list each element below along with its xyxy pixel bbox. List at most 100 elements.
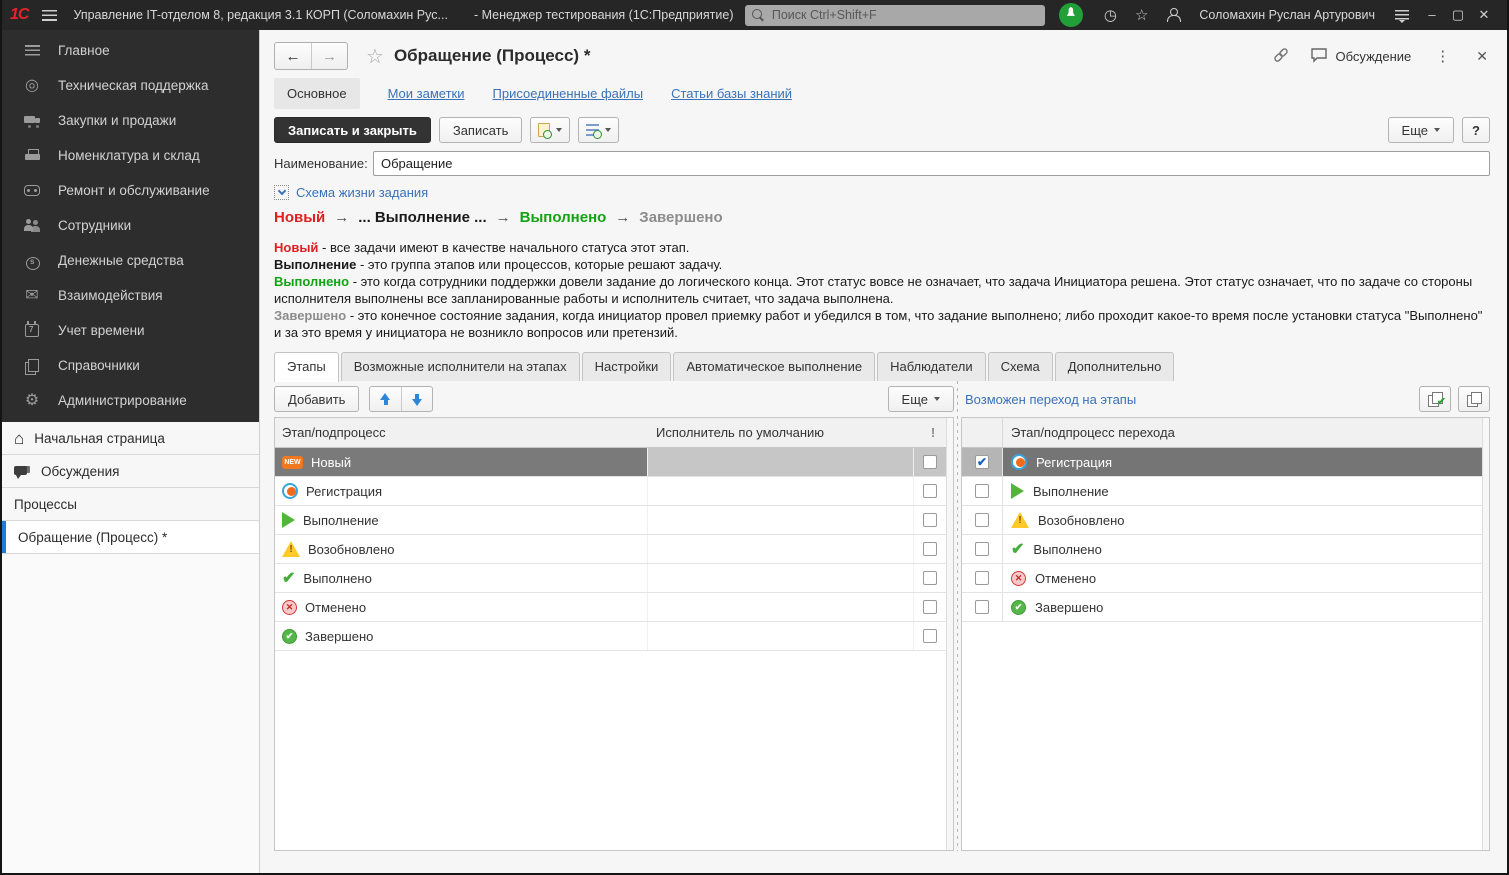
executor-cell[interactable]: [648, 506, 914, 534]
sidebar-item-main[interactable]: Главное: [2, 33, 259, 68]
move-up-button[interactable]: [370, 387, 401, 411]
table-row-registration[interactable]: Регистрация: [275, 477, 953, 506]
check-all-button[interactable]: ✔: [1419, 386, 1451, 412]
executor-cell[interactable]: [648, 477, 914, 505]
tab-my-notes[interactable]: Мои заметки: [388, 86, 465, 101]
more-button[interactable]: Еще: [1388, 117, 1454, 143]
transition-checkbox[interactable]: [975, 455, 989, 469]
uncheck-all-button[interactable]: [1458, 386, 1490, 412]
sidebar-item-discussions[interactable]: Обсуждения: [2, 455, 259, 488]
scheme-group-toggle[interactable]: Схема жизни задания: [274, 185, 1490, 200]
move-down-button[interactable]: [401, 387, 432, 411]
executor-cell[interactable]: [648, 564, 914, 592]
sidebar-item-repair-service[interactable]: Ремонт и обслуживание: [2, 173, 259, 208]
help-button[interactable]: ?: [1462, 117, 1490, 143]
table-row-finished[interactable]: Завершено: [962, 593, 1489, 622]
tab-stages[interactable]: Этапы: [274, 352, 339, 382]
discussion-button[interactable]: Обсуждение: [1310, 47, 1412, 66]
chevron-down-icon: [605, 128, 611, 132]
scrollbar[interactable]: [1482, 418, 1489, 850]
sidebar-item-nomenclature-warehouse[interactable]: Номенклатура и склад: [2, 138, 259, 173]
sidebar-item-catalogs[interactable]: Справочники: [2, 348, 259, 383]
tab-possible-executors[interactable]: Возможные исполнители на этапах: [341, 352, 580, 381]
executor-cell[interactable]: [648, 622, 914, 650]
sidebar-item-employees[interactable]: Сотрудники: [2, 208, 259, 243]
executor-cell[interactable]: [648, 535, 914, 563]
tab-auto-execution[interactable]: Автоматическое выполнение: [673, 352, 875, 381]
table-row-execution[interactable]: Выполнение: [962, 477, 1489, 506]
sidebar-item-current-document[interactable]: Обращение (Процесс) *: [2, 521, 259, 554]
main-menu-icon[interactable]: [42, 10, 57, 21]
transition-checkbox[interactable]: [975, 513, 989, 527]
sidebar-item-processes[interactable]: Процессы: [2, 488, 259, 521]
important-checkbox[interactable]: [923, 484, 937, 498]
important-checkbox[interactable]: [923, 629, 937, 643]
sidebar-item-tech-support[interactable]: ◎Техническая поддержка: [2, 68, 259, 103]
user-icon[interactable]: [1166, 8, 1180, 22]
executor-cell[interactable]: [648, 593, 914, 621]
search-input[interactable]: [770, 7, 1038, 23]
important-checkbox[interactable]: [923, 542, 937, 556]
tab-settings[interactable]: Настройки: [582, 352, 672, 381]
sidebar-item-time-tracking[interactable]: Учет времени: [2, 313, 259, 348]
table-row-resumed[interactable]: Возобновлено: [962, 506, 1489, 535]
scrollbar[interactable]: [946, 418, 953, 850]
table-row-cancelled[interactable]: Отменено: [275, 593, 953, 622]
table-row-done[interactable]: Выполнено: [275, 564, 953, 593]
important-checkbox[interactable]: [923, 571, 937, 585]
transition-checkbox[interactable]: [975, 484, 989, 498]
more-actions-icon[interactable]: ⋮: [1431, 47, 1454, 65]
notifications-button[interactable]: [1059, 3, 1083, 27]
tab-scheme[interactable]: Схема: [988, 352, 1053, 381]
reports-button[interactable]: [578, 117, 619, 143]
registration-icon: [282, 483, 298, 499]
table-row-done[interactable]: Выполнено: [962, 535, 1489, 564]
minimize-button[interactable]: ‒: [1419, 0, 1445, 30]
important-checkbox[interactable]: [923, 513, 937, 527]
stages-more-button[interactable]: Еще: [888, 386, 954, 412]
table-row-execution[interactable]: Выполнение: [275, 506, 953, 535]
panel-splitter[interactable]: [954, 381, 961, 851]
table-row-new[interactable]: NEWНовый: [275, 448, 953, 477]
get-link-icon[interactable]: [1272, 46, 1290, 67]
add-button[interactable]: Добавить: [274, 386, 359, 412]
transition-checkbox[interactable]: [975, 542, 989, 556]
tab-additional[interactable]: Дополнительно: [1055, 352, 1175, 381]
sidebar-item-home-page[interactable]: ⌂Начальная страница: [2, 422, 259, 455]
executor-cell[interactable]: [648, 448, 914, 476]
back-button[interactable]: ←: [275, 43, 311, 69]
forward-button[interactable]: →: [311, 43, 347, 69]
tab-attached-files[interactable]: Присоединенные файлы: [493, 86, 644, 101]
tab-knowledge-base[interactable]: Статьи базы знаний: [671, 86, 792, 101]
close-document-icon[interactable]: ✕: [1474, 48, 1490, 65]
maximize-button[interactable]: ▢: [1445, 0, 1471, 30]
table-row-registration[interactable]: Регистрация: [962, 448, 1489, 477]
save-button[interactable]: Записать: [439, 117, 523, 143]
transition-checkbox[interactable]: [975, 571, 989, 585]
table-row-finished[interactable]: Завершено: [275, 622, 953, 651]
table-row-cancelled[interactable]: Отменено: [962, 564, 1489, 593]
important-checkbox[interactable]: [923, 600, 937, 614]
save-close-button[interactable]: Записать и закрыть: [274, 117, 431, 143]
sidebar-item-purchases-sales[interactable]: Закупки и продажи: [2, 103, 259, 138]
transition-checkbox[interactable]: [975, 600, 989, 614]
name-input[interactable]: [373, 151, 1490, 176]
sidebar-item-money[interactable]: Денежные средства: [2, 243, 259, 278]
document-header: ← → ☆ Обращение (Процесс) * Обсуждение: [274, 42, 1490, 70]
books-icon: [23, 357, 41, 375]
service-menu-icon[interactable]: [1395, 10, 1409, 20]
sidebar-item-interactions[interactable]: ✉Взаимодействия: [2, 278, 259, 313]
tab-observers[interactable]: Наблюдатели: [877, 352, 986, 381]
global-search[interactable]: [745, 5, 1045, 26]
history-icon[interactable]: ◷: [1104, 8, 1117, 23]
favorite-star-icon[interactable]: ☆: [366, 44, 384, 69]
sidebar-item-administration[interactable]: ⚙Администрирование: [2, 383, 259, 418]
create-based-on-button[interactable]: [530, 117, 570, 143]
important-checkbox[interactable]: [923, 455, 937, 469]
table-row-resumed[interactable]: Возобновлено: [275, 535, 953, 564]
task-life-scheme: Новый → ... Выполнение ... → Выполнено →…: [274, 209, 1490, 226]
tab-main[interactable]: Основное: [274, 78, 360, 109]
close-window-button[interactable]: ✕: [1471, 0, 1497, 30]
favorites-icon[interactable]: ☆: [1135, 8, 1148, 23]
cancel-icon: [1011, 571, 1026, 586]
